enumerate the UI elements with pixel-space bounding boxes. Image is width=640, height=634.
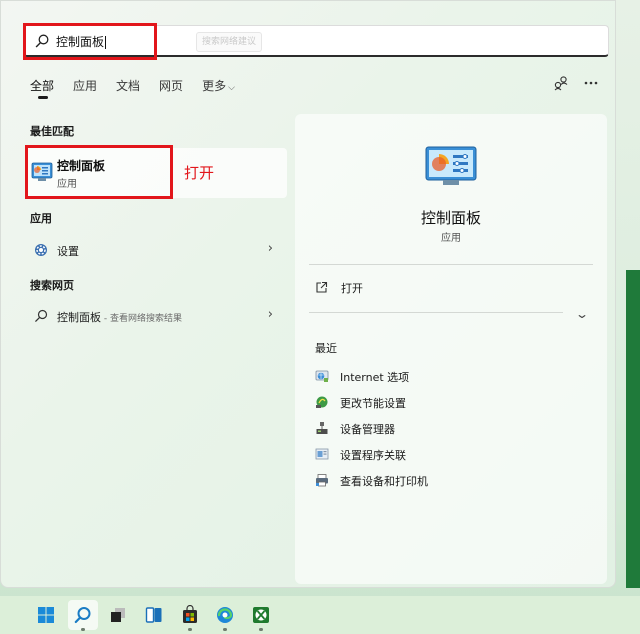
- search-box[interactable]: 控制面板 搜索网络建议: [23, 25, 609, 57]
- recent-item-label: 设备管理器: [340, 423, 395, 436]
- xbox-icon: [253, 607, 269, 623]
- windows-start-icon: [38, 607, 54, 623]
- tab-web[interactable]: 网页: [159, 77, 183, 99]
- internet-options-icon: [315, 370, 329, 382]
- edge-icon: [217, 607, 233, 623]
- web-search-heading: 搜索网页: [30, 279, 74, 292]
- recent-heading: 最近: [315, 342, 337, 355]
- detail-type: 应用: [441, 233, 461, 244]
- app-result-label: 设置: [57, 245, 79, 258]
- open-action-label: 打开: [341, 282, 363, 295]
- more-options-icon[interactable]: [583, 75, 599, 91]
- desktop-background: [626, 270, 640, 588]
- tab-apps[interactable]: 应用: [73, 77, 97, 99]
- recent-item-label: 设置程序关联: [340, 449, 406, 462]
- text-caret: [105, 36, 107, 49]
- store-button[interactable]: [175, 600, 205, 631]
- share-network-icon[interactable]: [553, 75, 569, 91]
- running-indicator: [223, 628, 227, 631]
- best-match-type: 应用: [57, 179, 77, 190]
- tab-more[interactable]: 更多 ⌵: [202, 77, 235, 99]
- control-panel-icon: [31, 162, 53, 181]
- running-indicator: [259, 628, 263, 631]
- store-icon: [183, 605, 197, 623]
- task-view-icon: [111, 608, 125, 622]
- detail-pane: 控制面板 应用 打开 ⌄ 最近 Internet 选项 更改节能设置 设备管理器…: [295, 114, 607, 584]
- annotation-open-label: 打开: [184, 164, 215, 182]
- tab-all[interactable]: 全部: [30, 77, 54, 99]
- best-match-name: 控制面板: [57, 159, 106, 173]
- search-icon: [35, 309, 48, 322]
- divider: [309, 312, 563, 313]
- detail-title: 控制面板: [420, 209, 481, 227]
- widgets-icon: [145, 607, 162, 623]
- search-icon: [35, 34, 49, 48]
- power-options-icon: [316, 396, 328, 408]
- filter-tabs: 全部 应用 文档 网页 更多 ⌵: [30, 77, 254, 99]
- app-result-settings[interactable]: 设置 ›: [25, 237, 287, 263]
- search-input[interactable]: 控制面板: [56, 33, 107, 50]
- apps-heading: 应用: [30, 212, 52, 225]
- chevron-down-icon: ⌵: [228, 83, 235, 93]
- active-indicator: [81, 628, 85, 631]
- search-icon: [74, 607, 91, 624]
- tab-documents[interactable]: 文档: [116, 77, 140, 99]
- device-manager-icon: [316, 422, 328, 434]
- recent-item-label: Internet 选项: [340, 371, 410, 384]
- chevron-right-icon: ›: [267, 307, 273, 322]
- start-button[interactable]: [31, 600, 61, 630]
- open-external-icon: [316, 281, 328, 293]
- taskbar: [0, 596, 640, 634]
- recent-item-label: 更改节能设置: [340, 397, 406, 410]
- task-view-button[interactable]: [103, 600, 133, 630]
- web-result-sub: - 查看网络搜索结果: [101, 314, 182, 324]
- chevron-down-icon[interactable]: ⌄: [575, 307, 589, 321]
- search-hint-chip: 搜索网络建议: [196, 32, 262, 52]
- gear-icon: [35, 244, 47, 256]
- best-match-heading: 最佳匹配: [30, 125, 74, 138]
- top-right-actions: [553, 75, 599, 91]
- printer-icon: [316, 474, 328, 487]
- file-association-icon: [315, 448, 329, 460]
- divider: [309, 264, 593, 265]
- running-indicator: [188, 628, 192, 631]
- chevron-right-icon: ›: [267, 241, 273, 256]
- widgets-button[interactable]: [139, 600, 169, 630]
- best-match-result[interactable]: 控制面板 应用: [25, 148, 287, 198]
- recent-item-label: 查看设备和打印机: [340, 475, 428, 488]
- control-panel-large-icon: [425, 146, 477, 185]
- web-result-control-panel[interactable]: 控制面板 - 查看网络搜索结果 ›: [25, 303, 287, 329]
- taskbar-search-button[interactable]: [68, 600, 98, 631]
- start-search-panel: 控制面板 搜索网络建议 全部 应用 文档 网页 更多 ⌵ 最佳匹配 控制面板 应…: [0, 0, 616, 588]
- tab-active-indicator: [38, 96, 48, 99]
- edge-button[interactable]: [210, 600, 240, 631]
- xbox-button[interactable]: [246, 600, 276, 631]
- web-result-label: 控制面板 - 查看网络搜索结果: [57, 311, 182, 324]
